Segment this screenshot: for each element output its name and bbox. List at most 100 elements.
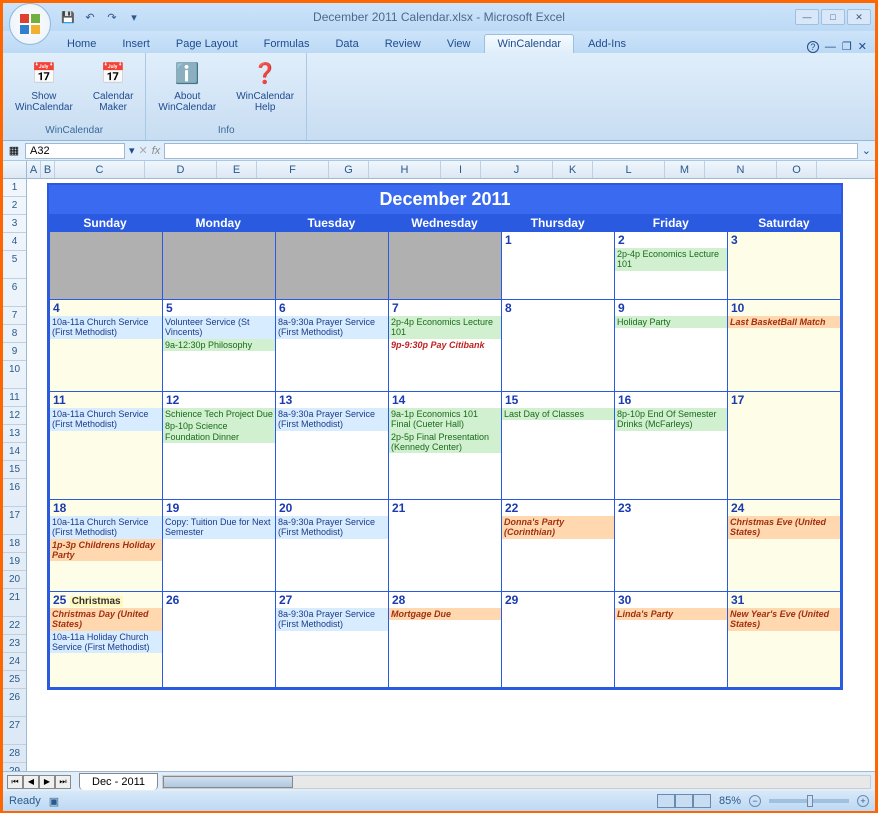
col-header-A[interactable]: A [27,161,41,178]
col-header-E[interactable]: E [217,161,257,178]
calendar-event[interactable]: Donna's Party (Corinthian) [502,516,614,539]
row-header-6[interactable]: 6 [3,279,26,307]
calendar-event[interactable]: 8p-10p End Of Semester Drinks (McFarleys… [615,408,727,431]
calendar-cell[interactable]: 10Last BasketBall Match [728,300,841,392]
formula-bar[interactable] [164,143,857,159]
col-header-L[interactable]: L [593,161,665,178]
calendar-cell[interactable]: 29 [502,592,615,688]
calendar-cell[interactable] [163,232,276,300]
row-header-19[interactable]: 19 [3,553,26,571]
doc-restore-button[interactable]: ❐ [842,40,852,53]
name-box[interactable] [25,143,125,159]
minimize-button[interactable]: — [795,9,819,25]
calendar-event[interactable]: 8a-9:30a Prayer Service (First Methodist… [276,408,388,431]
calendar-event[interactable]: 8a-9:30a Prayer Service (First Methodist… [276,608,388,631]
calendar-cell[interactable]: 1810a-11a Church Service (First Methodis… [49,500,163,592]
row-header-24[interactable]: 24 [3,653,26,671]
calendar-event[interactable]: 1p-3p Childrens Holiday Party [50,539,162,562]
formula-expand-icon[interactable]: ⌄ [862,144,871,157]
col-header-C[interactable]: C [55,161,145,178]
calendar-event[interactable]: Holiday Party [615,316,727,328]
calendar-cell[interactable]: 31 New Year's Eve (United States) [728,592,841,688]
zoom-level[interactable]: 85% [719,795,741,807]
calendar-cell[interactable]: 19Copy: Tuition Due for Next Semester [163,500,276,592]
tab-wincalendar[interactable]: WinCalendar [484,34,574,53]
row-header-23[interactable]: 23 [3,635,26,653]
calendar-event[interactable]: 2p-4p Economics Lecture 101 [615,248,727,271]
calendar-cell[interactable] [49,232,163,300]
maximize-button[interactable]: □ [821,9,845,25]
row-header-1[interactable]: 1 [3,179,26,197]
col-header-N[interactable]: N [705,161,777,178]
select-all-corner[interactable] [3,161,27,178]
calendar-cell[interactable]: 5Volunteer Service (St Vincents)9a-12:30… [163,300,276,392]
calendar-event[interactable]: 10a-11a Church Service (First Methodist) [50,316,162,339]
calendar-cell[interactable] [276,232,389,300]
calendar-event[interactable]: 8a-9:30a Prayer Service (First Methodist… [276,316,388,339]
calendar-event[interactable]: 10a-11a Church Service (First Methodist) [50,408,162,431]
zoom-out-button[interactable]: − [749,795,761,807]
calendar-event[interactable]: New Year's Eve (United States) [728,608,840,631]
calendar-cell[interactable]: 30Linda's Party [615,592,728,688]
row-header-17[interactable]: 17 [3,507,26,535]
calendar-cell[interactable]: 26 [163,592,276,688]
calendar-event[interactable]: 10a-11a Holiday Church Service (First Me… [50,631,162,654]
excel-icon[interactable]: ▦ [7,144,21,157]
tab-add-ins[interactable]: Add-Ins [576,35,638,53]
col-header-K[interactable]: K [553,161,593,178]
tab-data[interactable]: Data [323,35,370,53]
calendar-cell[interactable]: 1 [502,232,615,300]
row-header-10[interactable]: 10 [3,361,26,389]
calendar-cell[interactable]: 72p-4p Economics Lecture 1019p-9:30p Pay… [389,300,502,392]
row-header-11[interactable]: 11 [3,389,26,407]
row-header-14[interactable]: 14 [3,443,26,461]
row-header-5[interactable]: 5 [3,251,26,279]
calendar-event[interactable]: Christmas Day (United States) [50,608,162,631]
calendar-event[interactable]: Copy: Tuition Due for Next Semester [163,516,275,539]
doc-close-button[interactable]: ✕ [858,40,867,53]
tab-page-layout[interactable]: Page Layout [164,35,250,53]
calendar-cell[interactable]: 22p-4p Economics Lecture 101 [615,232,728,300]
ribbon-about-wincalendar[interactable]: ℹ️AboutWinCalendar [154,55,220,123]
col-header-F[interactable]: F [257,161,329,178]
horizontal-scrollbar[interactable] [162,775,871,789]
namebox-dropdown-icon[interactable]: ▾ [129,144,135,157]
tab-home[interactable]: Home [55,35,108,53]
col-header-G[interactable]: G [329,161,369,178]
calendar-event[interactable]: 8a-9:30a Prayer Service (First Methodist… [276,516,388,539]
doc-minimize-button[interactable]: — [825,41,836,53]
col-header-D[interactable]: D [145,161,217,178]
tab-nav-first[interactable]: ⏮ [7,775,23,789]
page-break-view-button[interactable] [693,794,711,808]
row-header-21[interactable]: 21 [3,589,26,617]
calendar-cell[interactable]: 24 Christmas Eve (United States) [728,500,841,592]
calendar-event[interactable]: Linda's Party [615,608,727,620]
row-header-27[interactable]: 27 [3,717,26,745]
tab-insert[interactable]: Insert [110,35,162,53]
ribbon-show-wincalendar[interactable]: 📅ShowWinCalendar [11,55,77,123]
calendar-event[interactable]: 9p-9:30p Pay Citibank [389,339,501,351]
calendar-event[interactable]: 8p-10p Science Foundation Dinner [163,420,275,443]
row-header-15[interactable]: 15 [3,461,26,479]
tab-review[interactable]: Review [373,35,433,53]
calendar-cell[interactable]: 15Last Day of Classes [502,392,615,500]
row-header-18[interactable]: 18 [3,535,26,553]
ribbon-calendar-maker[interactable]: 📅CalendarMaker [89,55,138,123]
close-button[interactable]: ✕ [847,9,871,25]
col-header-M[interactable]: M [665,161,705,178]
help-icon[interactable]: ? [807,41,819,53]
calendar-event[interactable]: 9a-12:30p Philosophy [163,339,275,351]
qat-dropdown-icon[interactable]: ▾ [125,8,143,26]
calendar-cell[interactable]: 138a-9:30a Prayer Service (First Methodi… [276,392,389,500]
zoom-slider[interactable] [769,799,849,803]
calendar-cell[interactable]: 410a-11a Church Service (First Methodist… [49,300,163,392]
row-header-2[interactable]: 2 [3,197,26,215]
tab-view[interactable]: View [435,35,483,53]
calendar-cell[interactable]: 149a-1p Economics 101 Final (Cueter Hall… [389,392,502,500]
row-header-28[interactable]: 28 [3,745,26,763]
calendar-event[interactable]: 10a-11a Church Service (First Methodist) [50,516,162,539]
calendar-cell[interactable]: 22 Donna's Party (Corinthian) [502,500,615,592]
office-button[interactable] [9,3,51,45]
tab-nav-next[interactable]: ▶ [39,775,55,789]
save-icon[interactable]: 💾 [59,8,77,26]
